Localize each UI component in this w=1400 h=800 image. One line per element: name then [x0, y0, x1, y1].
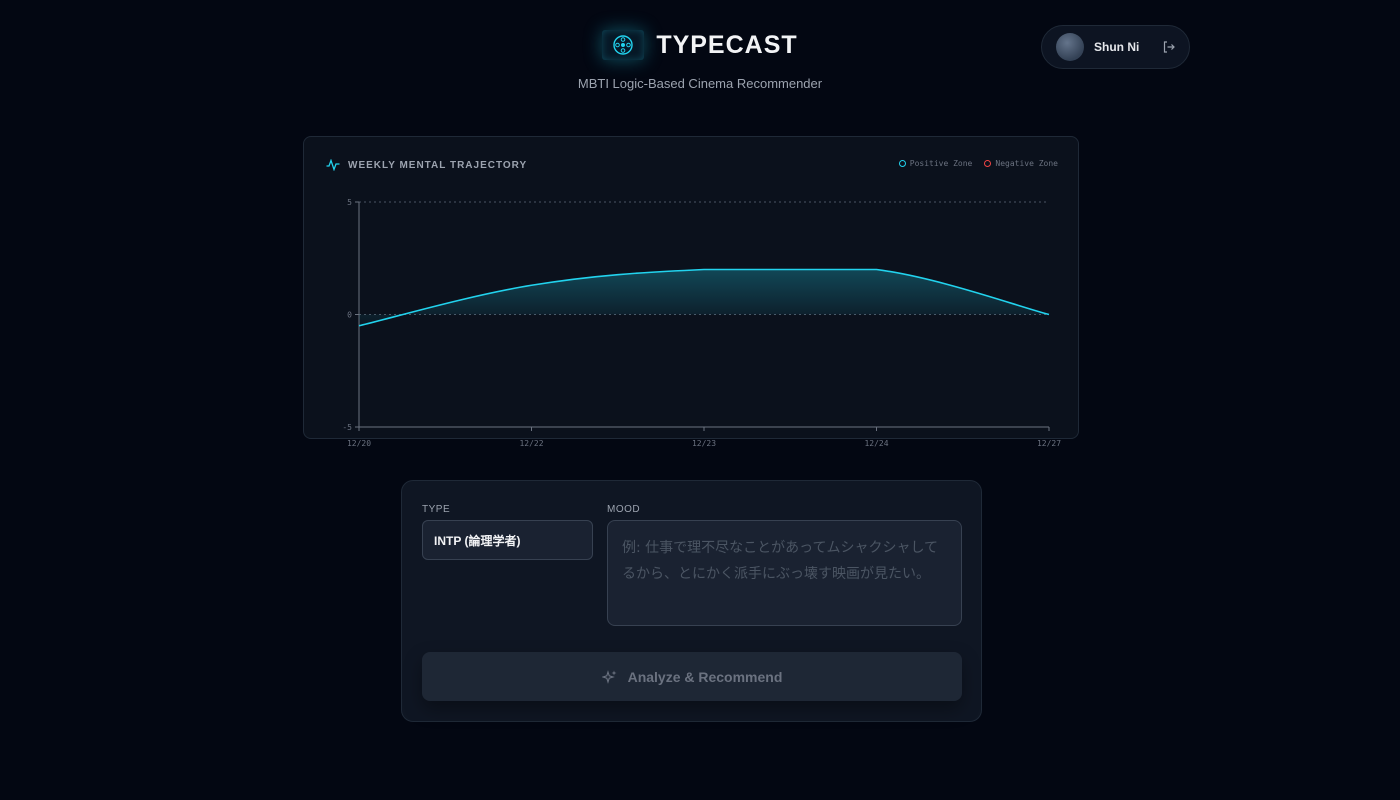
type-select[interactable]: INTP (論理学者): [422, 520, 593, 560]
user-name: Shun Ni: [1094, 40, 1140, 54]
app-title: TYPECAST: [656, 30, 798, 59]
logo: [602, 30, 645, 60]
avatar[interactable]: [1056, 33, 1084, 61]
analyze-recommend-button[interactable]: Analyze & Recommend: [422, 652, 962, 701]
series-area: [359, 269, 1049, 326]
x-tick-label: 12/24: [864, 439, 888, 448]
y-tick-label: 5: [347, 198, 352, 207]
sparkles-icon: [601, 669, 617, 684]
logout-icon: [1163, 41, 1175, 53]
app-subtitle: MBTI Logic-Based Cinema Recommender: [577, 76, 823, 91]
logout-button[interactable]: [1162, 40, 1176, 54]
y-tick-label: -5: [342, 423, 352, 432]
mood-label: MOOD: [607, 504, 641, 515]
mood-input[interactable]: [607, 520, 962, 626]
x-tick-label: 12/23: [692, 439, 716, 448]
chart-plot: 5 0 -5 12/20 12/22 12/23 12/24 12/27: [342, 198, 1061, 448]
film-reel-icon: [613, 35, 634, 55]
y-tick-label: 0: [347, 311, 352, 320]
x-tick-label: 12/20: [347, 439, 371, 448]
analyze-button-label: Analyze & Recommend: [627, 668, 783, 685]
x-tick-label: 12/22: [519, 439, 543, 448]
x-tick-label: 12/27: [1037, 439, 1061, 448]
type-label: TYPE: [422, 504, 451, 515]
user-menu[interactable]: Shun Ni: [1041, 25, 1190, 69]
mental-trajectory-chart: WEEKLY MENTAL TRAJECTORY Positive Zone N…: [303, 136, 1079, 448]
brand: TYPECAST: [0, 30, 1400, 60]
recommend-form: TYPE MOOD INTP (論理学者) Analyze & Recommen…: [401, 480, 982, 722]
